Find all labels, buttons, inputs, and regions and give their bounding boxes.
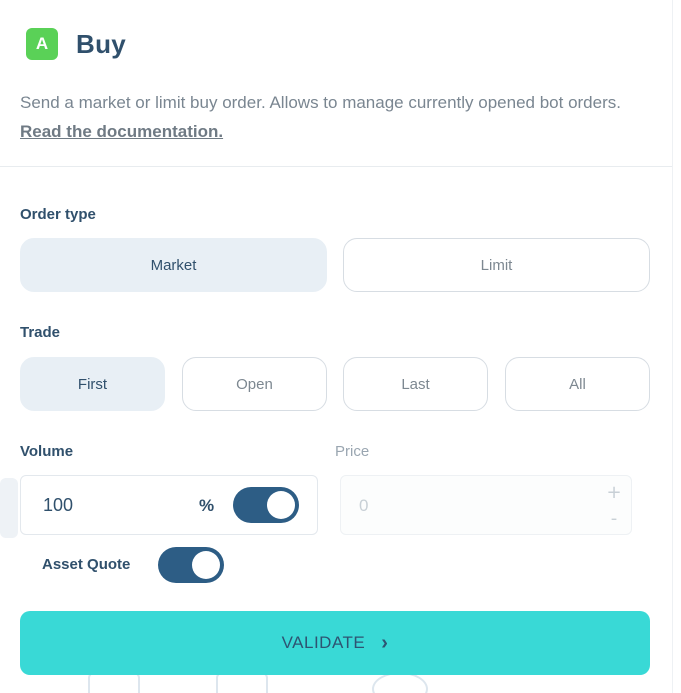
volume-input[interactable]: 100 % xyxy=(20,475,318,535)
toggle-knob xyxy=(267,491,295,519)
volume-label: Volume xyxy=(20,443,74,460)
plus-icon[interactable]: + xyxy=(605,480,623,506)
price-label: Price xyxy=(335,443,370,460)
asset-quote-label: Asset Quote xyxy=(42,556,131,573)
asset-quote-toggle[interactable] xyxy=(158,547,224,583)
background-element xyxy=(216,672,268,693)
order-type-market-button[interactable]: Market xyxy=(20,238,327,292)
percent-toggle[interactable] xyxy=(233,487,299,523)
buy-panel: A Buy Send a market or limit buy order. … xyxy=(0,0,673,693)
description-text: Send a market or limit buy order. Allows… xyxy=(20,93,621,112)
page-title: Buy xyxy=(76,28,127,59)
block-badge-icon: A xyxy=(26,28,58,60)
trade-first-button[interactable]: First xyxy=(20,357,165,411)
divider xyxy=(0,166,672,167)
background-element xyxy=(0,478,18,538)
documentation-link[interactable]: Read the documentation. xyxy=(20,122,223,141)
trade-label: Trade xyxy=(20,324,61,341)
panel-header: A Buy xyxy=(26,28,126,60)
minus-icon[interactable]: - xyxy=(605,506,623,532)
description: Send a market or limit buy order. Allows… xyxy=(20,88,660,146)
volume-unit: % xyxy=(199,496,215,515)
trade-last-button[interactable]: Last xyxy=(343,357,488,411)
price-input[interactable]: 0 + - xyxy=(340,475,632,535)
toggle-knob xyxy=(192,551,220,579)
order-type-label: Order type xyxy=(20,206,96,223)
trade-all-button[interactable]: All xyxy=(505,357,650,411)
price-placeholder: 0 xyxy=(359,496,369,515)
background-element xyxy=(372,672,428,693)
validate-label: VALIDATE xyxy=(281,633,366,652)
validate-button[interactable]: VALIDATE › xyxy=(20,611,650,675)
trade-open-button[interactable]: Open xyxy=(182,357,327,411)
price-stepper[interactable]: + - xyxy=(605,480,623,532)
background-element xyxy=(88,672,140,693)
volume-value[interactable]: 100 xyxy=(43,495,73,516)
order-type-limit-button[interactable]: Limit xyxy=(343,238,650,292)
chevron-right-icon: › xyxy=(381,631,389,654)
